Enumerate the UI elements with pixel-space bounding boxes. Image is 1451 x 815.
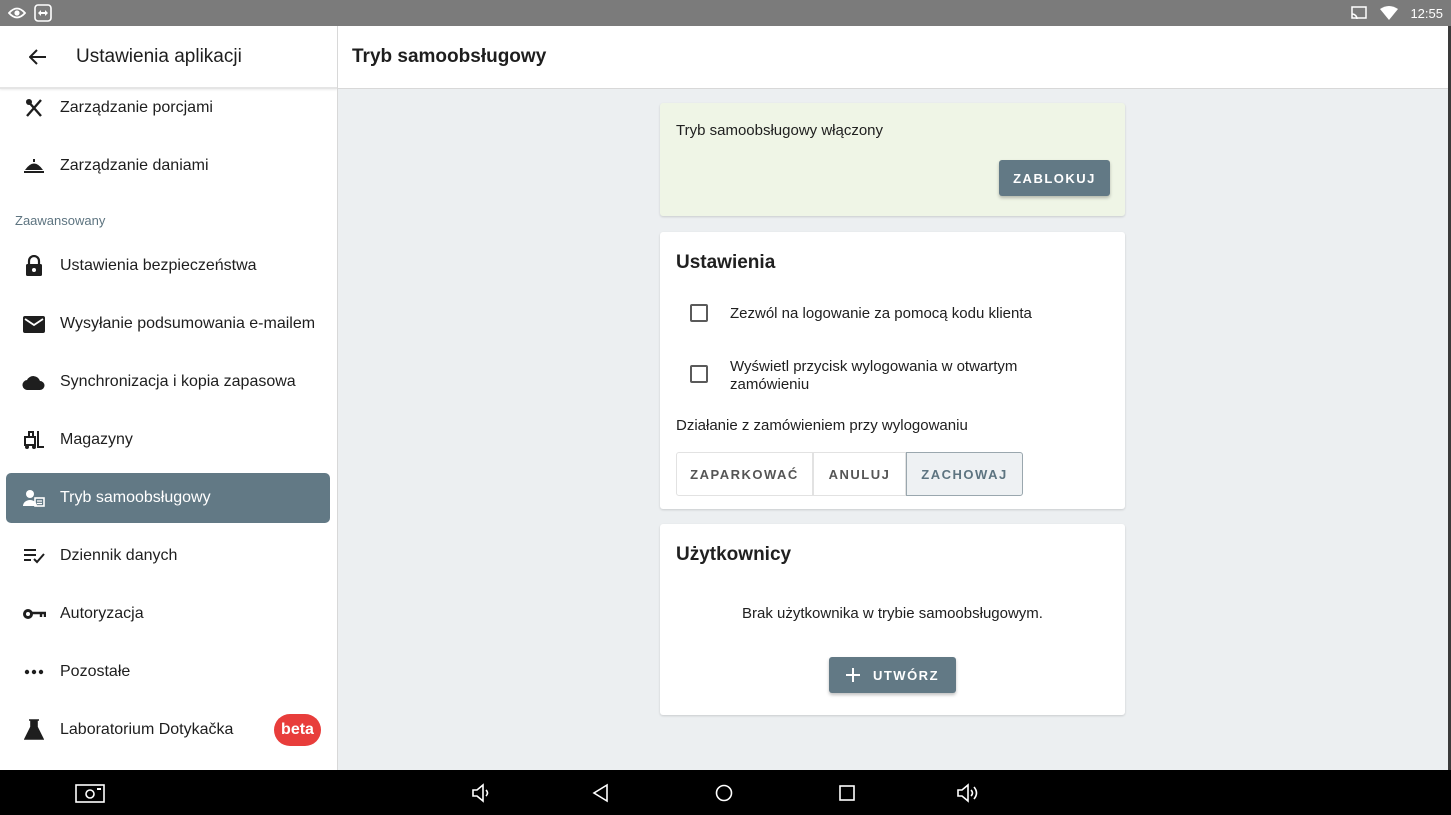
forklift-icon <box>19 425 49 455</box>
main-header: Tryb samoobsługowy <box>338 26 1448 89</box>
show-logout-button-label-line1: Wyświetl przycisk wylogowania w otwartym <box>730 358 1018 375</box>
key-icon <box>19 599 49 629</box>
cloche-icon <box>19 151 49 181</box>
wifi-icon <box>1380 4 1399 22</box>
arrow-back-icon <box>29 48 46 65</box>
users-card: Użytkownicy Brak użytkownika w trybie sa… <box>660 524 1125 715</box>
plus-icon <box>845 668 860 682</box>
teamviewer-icon <box>34 4 52 22</box>
cloud-icon <box>19 367 49 397</box>
show-logout-button-checkbox[interactable] <box>690 365 708 383</box>
status-text: Tryb samoobsługowy włączony <box>676 122 884 139</box>
back-button[interactable] <box>18 37 58 77</box>
main-content: Tryb samoobsługowy Tryb samoobsługowy wł… <box>338 26 1448 770</box>
self-service-status-card: Tryb samoobsługowy włączony ZABLOKUJ <box>660 103 1125 216</box>
option-park[interactable]: ZAPARKOWAĆ <box>676 452 813 496</box>
sidebar-item-data-log[interactable]: Dziennik danych <box>6 531 330 581</box>
show-logout-button-label-line2: zamówieniu <box>730 376 810 393</box>
sidebar-item-dish-management[interactable]: Zarządzanie daniami <box>6 141 330 191</box>
sidebar-title: Ustawienia aplikacji <box>76 45 242 67</box>
lock-button[interactable]: ZABLOKUJ <box>999 160 1110 196</box>
no-users-text: Brak użytkownika w trybie samoobsługowym… <box>742 605 1043 622</box>
customer-code-login-checkbox[interactable] <box>690 304 708 322</box>
mail-icon <box>19 309 49 339</box>
volume-up-icon[interactable] <box>955 780 981 806</box>
option-cancel[interactable]: ANULUJ <box>813 452 906 496</box>
customer-code-login-label: Zezwól na logowanie za pomocą kodu klien… <box>730 305 1032 322</box>
show-logout-button-label: Wyświetl przycisk wylogowania w otwartym… <box>730 358 1017 394</box>
recents-nav-icon[interactable] <box>834 780 860 806</box>
sidebar-item-authorization[interactable]: Autoryzacja <box>6 589 330 639</box>
system-navigation-bar <box>0 770 1451 815</box>
flask-icon <box>19 715 49 745</box>
eye-icon <box>8 4 26 22</box>
utensils-icon <box>19 93 49 123</box>
settings-sidebar: Ustawienia aplikacji Zarządzanie porcjam… <box>0 26 338 770</box>
page-title: Tryb samoobsługowy <box>352 46 547 67</box>
sidebar-header: Ustawienia aplikacji <box>0 26 337 89</box>
sidebar-item-warehouses[interactable]: Magazyny <box>6 415 330 465</box>
beta-badge: beta <box>274 714 321 746</box>
clock: 12:55 <box>1410 5 1443 21</box>
logout-action-label: Działanie z zamówieniem przy wylogowaniu <box>676 417 968 434</box>
logout-action-toggle: ZAPARKOWAĆ ANULUJ ZACHOWAJ <box>676 452 1023 496</box>
sidebar-item-portion-management[interactable]: Zarządzanie porcjami <box>6 83 330 133</box>
person-card-icon <box>19 483 49 513</box>
home-nav-icon[interactable] <box>711 780 737 806</box>
users-heading: Użytkownicy <box>676 544 792 565</box>
sidebar-item-self-service[interactable]: Tryb samoobsługowy <box>6 473 330 523</box>
sidebar-item-email-summary[interactable]: Wysyłanie podsumowania e-mailem <box>6 299 330 349</box>
create-user-label: UTWÓRZ <box>872 667 940 683</box>
list-check-icon <box>19 541 49 571</box>
sidebar-item-other[interactable]: Pozostałe <box>6 647 330 697</box>
lock-icon <box>19 251 49 281</box>
settings-card: Ustawienia Zezwól na logowanie za pomocą… <box>660 232 1125 509</box>
sidebar-item-sync-backup[interactable]: Synchronizacja i kopia zapasowa <box>6 357 330 407</box>
screenshot-icon[interactable] <box>75 780 105 806</box>
more-horiz-icon <box>19 657 49 687</box>
settings-heading: Ustawienia <box>676 252 776 273</box>
sidebar-item-security[interactable]: Ustawienia bezpieczeństwa <box>6 241 330 291</box>
status-bar: 12:55 <box>0 0 1451 26</box>
option-keep[interactable]: ZACHOWAJ <box>906 452 1023 496</box>
back-nav-icon[interactable] <box>588 780 614 806</box>
volume-down-icon[interactable] <box>468 780 494 806</box>
cast-icon <box>1350 4 1368 22</box>
sidebar-item-lab[interactable]: Laboratorium Dotykačka beta <box>6 705 330 755</box>
create-user-button[interactable]: UTWÓRZ <box>829 657 956 693</box>
section-label-advanced: Zaawansowany <box>15 213 106 228</box>
